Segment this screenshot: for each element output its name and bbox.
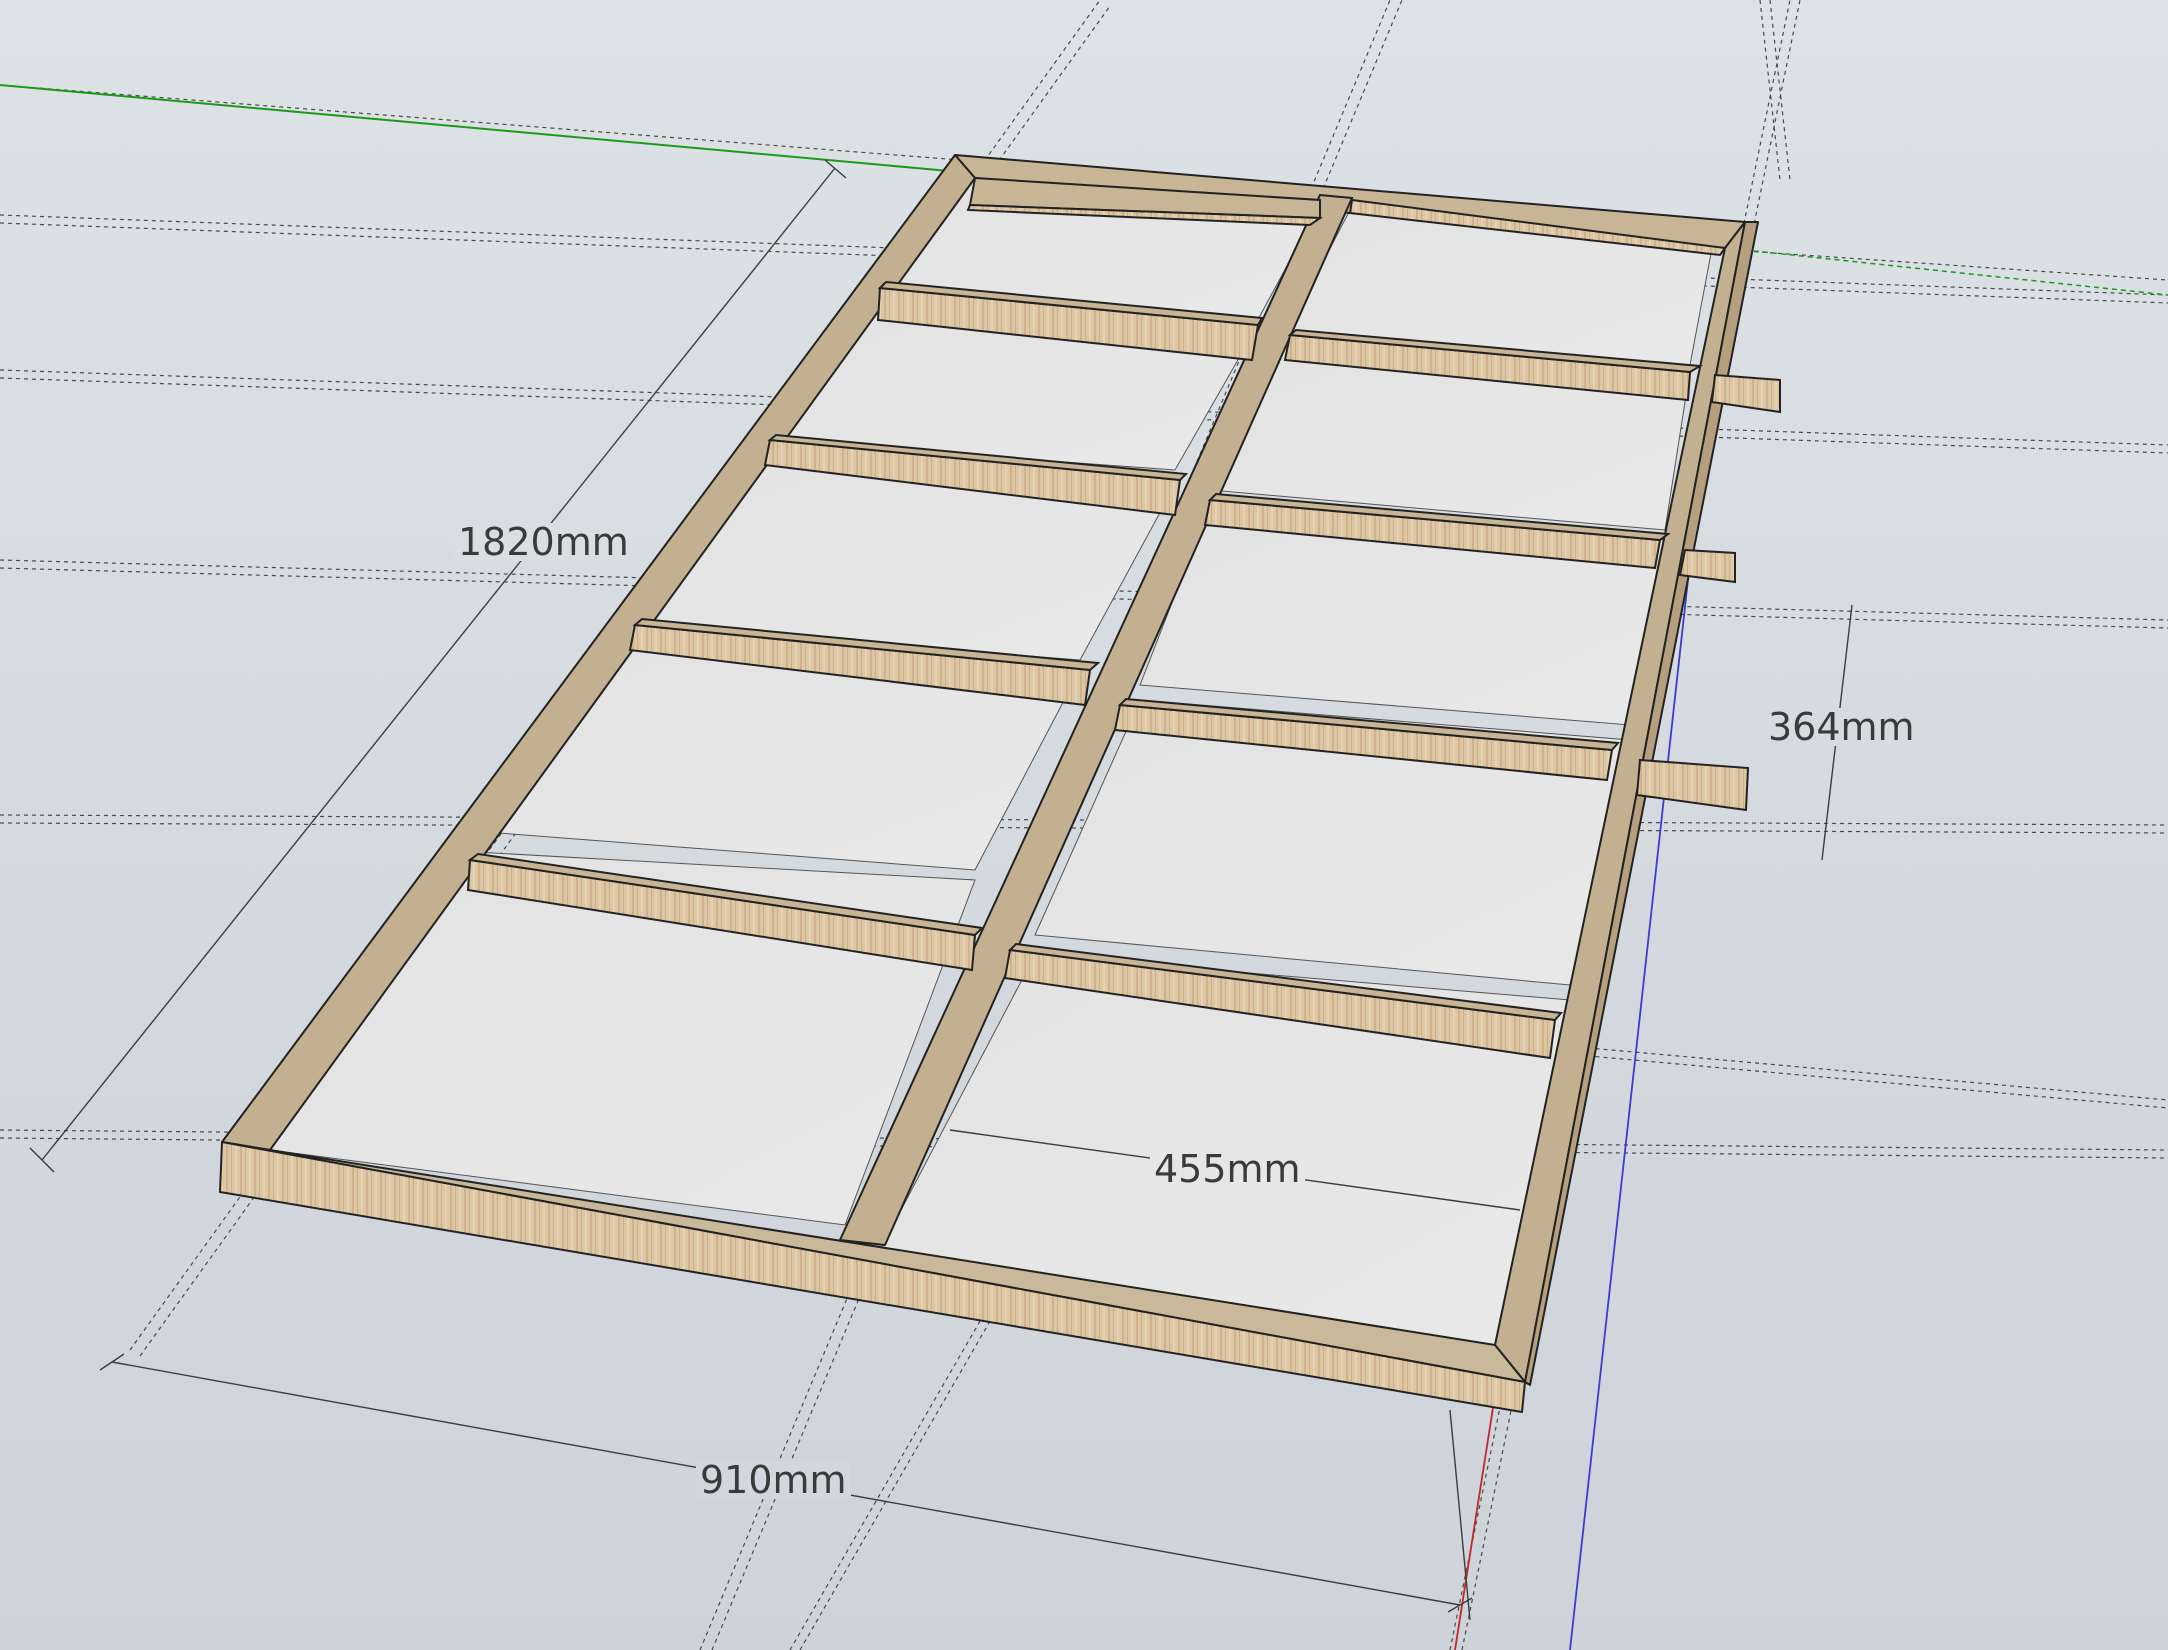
frame-model-scene[interactable] <box>0 0 2168 1650</box>
dimension-label-length[interactable]: 1820mm <box>454 523 633 561</box>
dimension-label-width[interactable]: 910mm <box>696 1461 851 1499</box>
green-axis-continued <box>1744 249 2168 296</box>
dimension-label-spacing[interactable]: 364mm <box>1764 708 1919 746</box>
dimension-label-cell-width[interactable]: 455mm <box>1150 1150 1305 1188</box>
green-axis <box>0 84 961 173</box>
modeling-viewport[interactable]: 1820mm 910mm 455mm 364mm <box>0 0 2168 1650</box>
